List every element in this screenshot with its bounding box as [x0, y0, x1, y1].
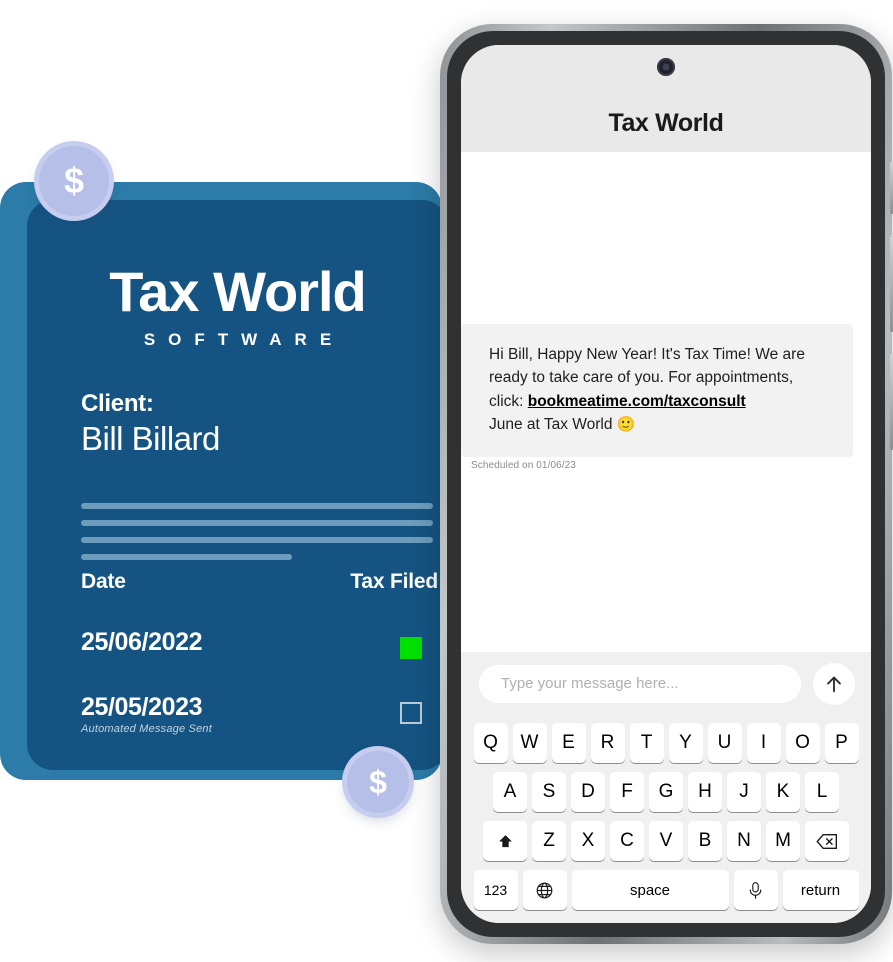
- message-line-3-prefix: click:: [489, 392, 528, 410]
- column-header-date: Date: [81, 570, 126, 593]
- space-key[interactable]: space: [571, 870, 729, 910]
- arrow-up-icon: [827, 676, 841, 692]
- key-r[interactable]: R: [590, 723, 625, 763]
- placeholder-line: [81, 503, 433, 509]
- backspace-key[interactable]: [805, 821, 849, 861]
- app-title: Tax World: [608, 109, 724, 137]
- placeholder-lines: [81, 503, 433, 571]
- row-filed-cell: [381, 694, 441, 724]
- key-x[interactable]: X: [571, 821, 605, 861]
- front-camera-icon: [657, 58, 675, 76]
- message-line-4: June at Tax World: [489, 415, 617, 433]
- keyboard-row-2: A S D F G H J K L: [465, 772, 867, 812]
- card-front-layer: Tax World SOFTWARE Client: Bill Billard …: [27, 200, 448, 770]
- placeholder-line: [81, 537, 433, 543]
- key-j[interactable]: J: [727, 772, 761, 812]
- key-o[interactable]: O: [785, 723, 820, 763]
- message-input-bar: [461, 652, 871, 715]
- camera-lens: [662, 63, 670, 71]
- key-m[interactable]: M: [766, 821, 800, 861]
- message-line-1: Hi Bill, Happy New Year! It's Tax Time! …: [489, 346, 805, 363]
- dollar-sign: $: [369, 763, 387, 800]
- key-h[interactable]: H: [688, 772, 722, 812]
- placeholder-line: [81, 554, 293, 560]
- placeholder-line: [81, 520, 433, 526]
- brand-title: Tax World: [109, 260, 367, 323]
- key-c[interactable]: C: [610, 821, 644, 861]
- tax-table: Date Tax Filed 25/06/2022 25/05/2023 Aut…: [81, 570, 441, 735]
- message-bubble: Hi Bill, Happy New Year! It's Tax Time! …: [461, 324, 853, 458]
- table-row: 25/05/2023 Automated Message Sent: [81, 693, 441, 735]
- send-button[interactable]: [813, 662, 855, 705]
- shift-arrow-icon: [498, 834, 512, 847]
- key-f[interactable]: F: [610, 772, 644, 812]
- key-s[interactable]: S: [532, 772, 566, 812]
- row-date-cell: 25/05/2023 Automated Message Sent: [81, 693, 212, 735]
- phone-screen: Tax World Hi Bill, Happy New Year! It's …: [461, 45, 871, 923]
- row-note: Automated Message Sent: [81, 722, 212, 735]
- microphone-key[interactable]: [733, 870, 778, 910]
- key-a[interactable]: A: [493, 772, 527, 812]
- dollar-coin-icon: $: [39, 146, 109, 216]
- key-u[interactable]: U: [707, 723, 742, 763]
- row-filed-cell: [381, 629, 441, 659]
- on-screen-keyboard: Q W E R T Y U I O P A S D F G H J K L Z …: [461, 715, 871, 923]
- key-v[interactable]: V: [649, 821, 683, 861]
- globe-key[interactable]: [522, 870, 567, 910]
- column-header-tax-filed: Tax Filed: [350, 570, 438, 593]
- dollar-sign: $: [63, 160, 85, 201]
- tax-filed-checkbox-unchecked[interactable]: [400, 702, 422, 724]
- conversation-area: Hi Bill, Happy New Year! It's Tax Time! …: [461, 152, 871, 652]
- message-input[interactable]: [479, 664, 801, 703]
- keyboard-row-1: Q W E R T Y U I O P: [465, 723, 867, 763]
- key-n[interactable]: N: [727, 821, 761, 861]
- row-date-value: 25/05/2023: [81, 693, 203, 721]
- key-y[interactable]: Y: [668, 723, 703, 763]
- key-g[interactable]: G: [649, 772, 683, 812]
- key-p[interactable]: P: [824, 723, 859, 763]
- key-e[interactable]: E: [551, 723, 586, 763]
- smiley-emoji: 🙂: [616, 415, 636, 433]
- brand-subtitle: SOFTWARE: [143, 330, 345, 349]
- backspace-icon: [816, 833, 837, 849]
- app-header: Tax World: [461, 45, 871, 152]
- dollar-coin-icon: $: [347, 751, 409, 813]
- row-date-cell: 25/06/2022: [81, 628, 203, 657]
- key-z[interactable]: Z: [532, 821, 566, 861]
- client-name: Bill Billard: [81, 420, 220, 457]
- keyboard-row-4: 123 space return: [465, 870, 867, 910]
- client-label: Client:: [81, 390, 154, 417]
- microphone-icon: [749, 881, 762, 899]
- booking-link[interactable]: bookmeatime.com/taxconsult: [528, 393, 746, 410]
- client-card: Tax World SOFTWARE Client: Bill Billard …: [0, 182, 448, 782]
- key-l[interactable]: L: [805, 772, 839, 812]
- shift-key[interactable]: [483, 821, 527, 861]
- phone-mockup: Tax World Hi Bill, Happy New Year! It's …: [440, 24, 893, 944]
- numeric-key[interactable]: 123: [473, 870, 518, 910]
- key-d[interactable]: D: [571, 772, 605, 812]
- key-w[interactable]: W: [512, 723, 547, 763]
- key-k[interactable]: K: [766, 772, 800, 812]
- table-row: 25/06/2022: [81, 628, 441, 659]
- keyboard-row-3: Z X C V B N M: [465, 821, 867, 861]
- tax-filed-checkbox-checked[interactable]: [400, 637, 422, 659]
- key-t[interactable]: T: [629, 723, 664, 763]
- row-date-value: 25/06/2022: [81, 628, 203, 656]
- key-i[interactable]: I: [746, 723, 781, 763]
- message-timestamp: Scheduled on 01/06/23: [471, 460, 576, 471]
- message-line-2: ready to take care of you. For appointme…: [489, 369, 794, 387]
- phone-frame: Tax World Hi Bill, Happy New Year! It's …: [440, 24, 893, 944]
- return-key[interactable]: return: [782, 870, 859, 910]
- globe-icon: [536, 882, 553, 898]
- key-b[interactable]: B: [688, 821, 722, 861]
- table-header-row: Date Tax Filed: [81, 570, 441, 594]
- key-q[interactable]: Q: [473, 723, 508, 763]
- phone-bezel: Tax World Hi Bill, Happy New Year! It's …: [447, 31, 885, 937]
